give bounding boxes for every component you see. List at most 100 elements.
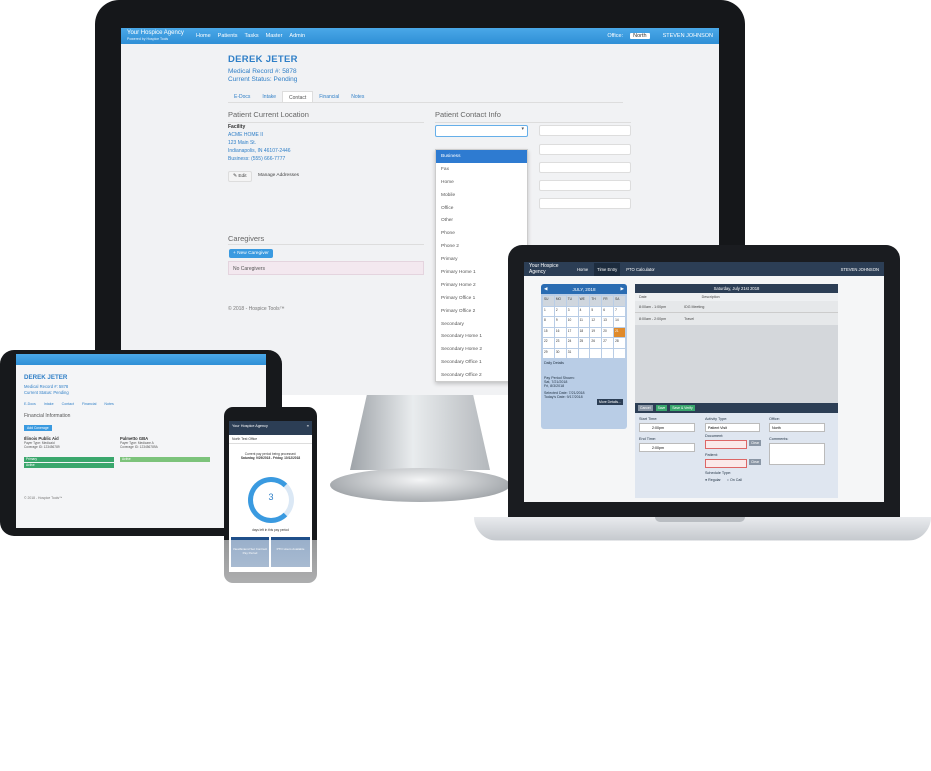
calendar-day[interactable]: 5 (590, 306, 602, 316)
tab-notes[interactable]: Notes (345, 91, 370, 102)
calendar-day[interactable]: 31 (566, 348, 578, 358)
calendar-day[interactable]: 21 (614, 327, 625, 337)
activity-type-select[interactable]: Patient Visit (705, 423, 760, 432)
tab-contact[interactable]: Contact (282, 91, 314, 102)
option[interactable]: Phone (436, 227, 527, 240)
option[interactable]: Office (436, 202, 527, 215)
calendar-day[interactable]: 20 (602, 327, 614, 337)
office-select[interactable]: North (630, 33, 650, 39)
option[interactable]: Mobile (436, 189, 527, 202)
calendar-day[interactable]: 18 (578, 327, 590, 337)
document-input[interactable] (705, 440, 747, 449)
calendar-day[interactable]: 1 (543, 306, 554, 316)
nav-tasks[interactable]: Tasks (245, 33, 259, 39)
calendar-day[interactable]: 15 (543, 327, 554, 337)
weekday-header: WE (578, 296, 590, 306)
calendar-day[interactable]: 25 (578, 338, 590, 348)
calendar-day[interactable]: 14 (614, 317, 625, 327)
option[interactable]: Business (436, 150, 527, 163)
phone-input[interactable] (539, 162, 631, 173)
comments-textarea[interactable] (769, 443, 825, 465)
calendar-day[interactable]: 28 (614, 338, 625, 348)
calendar-day[interactable] (614, 348, 625, 358)
manage-addresses-button[interactable]: Manage Addresses (254, 171, 303, 180)
end-time-input[interactable]: 2:00pm (639, 443, 695, 452)
save-button[interactable]: Save (655, 405, 668, 411)
nav-home[interactable]: Home (577, 267, 588, 272)
calendar-day[interactable]: 12 (590, 317, 602, 327)
calendar-day[interactable] (578, 348, 590, 358)
calendar-day[interactable]: 26 (590, 338, 602, 348)
calendar-day[interactable]: 3 (566, 306, 578, 316)
calendar-grid: SU MO TU WE TH FR SA 1 2 3 4 5 6 7 8 9 10 11 12 13 14 15 16 17 1… (541, 294, 627, 360)
phone-input[interactable] (539, 180, 631, 191)
caregivers-title: Caregivers (228, 234, 265, 243)
calendar-day[interactable]: 9 (554, 317, 566, 327)
nav-home[interactable]: Home (196, 33, 211, 39)
cancel-button[interactable]: Cancel (638, 405, 653, 411)
entry-row[interactable]: 8:00am - 2:00pm Travel (635, 313, 838, 325)
tab-financial[interactable]: Financial (313, 91, 345, 102)
calendar-day[interactable] (602, 348, 614, 358)
start-time-input[interactable]: 2:00pm (639, 423, 695, 432)
calendar-day[interactable]: 30 (554, 348, 566, 358)
location-title: Patient Current Location (228, 110, 309, 119)
entry-row[interactable]: 8:00am - 1:00pm IDG Meeting (635, 301, 838, 313)
phone-input[interactable] (539, 144, 631, 155)
menu-icon[interactable]: ≡ (307, 424, 309, 428)
calendar-day[interactable]: 22 (543, 338, 554, 348)
calendar-day[interactable]: 2 (554, 306, 566, 316)
regular-radio[interactable]: ● Regular (705, 478, 721, 482)
calendar-day[interactable]: 6 (602, 306, 614, 316)
tab-notes[interactable]: Notes (104, 402, 113, 406)
tab-financial[interactable]: Financial (82, 402, 96, 406)
calendar-day[interactable]: 17 (566, 327, 578, 337)
tab-edocs[interactable]: E-Docs (24, 402, 36, 406)
calendar-day[interactable]: 4 (578, 306, 590, 316)
nav-time-entry[interactable]: Time Entry (594, 262, 621, 276)
brand-logo[interactable]: Your Hospice Agency Powered by Hospice To… (127, 30, 189, 42)
nav-admin[interactable]: Admin (289, 33, 305, 39)
tab-edocs[interactable]: E-Docs (228, 91, 256, 102)
option[interactable]: Home (436, 176, 527, 189)
clear-button[interactable]: Clear (749, 459, 762, 465)
tab-intake[interactable]: Intake (256, 91, 282, 102)
phone-input[interactable] (539, 125, 631, 136)
calendar-day[interactable]: 13 (602, 317, 614, 327)
prev-month-icon[interactable]: ◀ (544, 286, 548, 292)
phone-input[interactable] (539, 198, 631, 209)
brand-logo[interactable]: Your Hospice Agency (232, 424, 268, 428)
nav-patients[interactable]: Patients (218, 33, 238, 39)
calendar-day[interactable]: 23 (554, 338, 566, 348)
oncall-radio[interactable]: ○ On Call (727, 478, 742, 482)
calendar-day[interactable]: 24 (566, 338, 578, 348)
calendar-day[interactable]: 7 (614, 306, 625, 316)
new-caregiver-button[interactable]: + New Caregiver (229, 249, 273, 258)
office-select[interactable]: North (769, 423, 825, 432)
calendar-day[interactable]: 8 (543, 317, 554, 327)
more-details-button[interactable]: More Details... (597, 399, 623, 405)
calendar-day[interactable]: 11 (578, 317, 590, 327)
calendar-day[interactable] (590, 348, 602, 358)
brand-logo[interactable]: Your Hospice Agency (529, 263, 571, 275)
nav-master[interactable]: Master (266, 33, 283, 39)
user-menu[interactable]: STEVEN JOHNSON (663, 33, 713, 39)
phone-type-select[interactable]: ▾ (435, 125, 528, 137)
calendar-day[interactable]: 16 (554, 327, 566, 337)
option[interactable]: Other (436, 214, 527, 227)
tab-intake[interactable]: Intake (44, 402, 54, 406)
tab-contact[interactable]: Contact (62, 402, 74, 406)
calendar-day[interactable]: 19 (590, 327, 602, 337)
calendar-day[interactable]: 27 (602, 338, 614, 348)
clear-button[interactable]: Clear (749, 440, 762, 446)
user-menu[interactable]: STEVEN JOHNSON (841, 267, 879, 272)
next-month-icon[interactable]: ▶ (620, 286, 624, 292)
calendar-day[interactable]: 29 (543, 348, 554, 358)
nav-pto-calculator[interactable]: PTO Calculator (626, 267, 655, 272)
calendar-day[interactable]: 10 (566, 317, 578, 327)
edit-button[interactable]: ✎ Edit (228, 171, 252, 182)
add-coverage-button[interactable]: Add Coverage (24, 425, 52, 431)
option[interactable]: Fax (436, 163, 527, 176)
save-verify-button[interactable]: Save & Verify (670, 405, 695, 411)
patient-input[interactable] (705, 459, 747, 468)
